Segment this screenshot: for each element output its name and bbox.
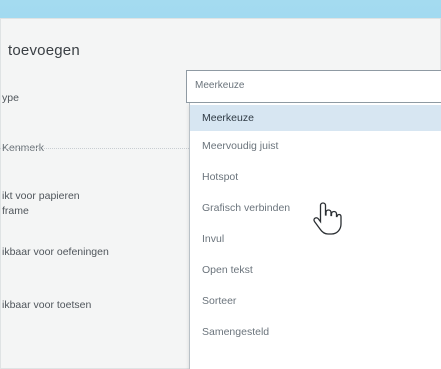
paper-usable-label: ikt voor papieren frame xyxy=(2,189,142,219)
question-type-dropdown: Meerkeuze Meervoudig juist Hotspot Grafi… xyxy=(189,103,441,369)
panel-title: toevoegen xyxy=(8,42,80,59)
hand-pointer-icon xyxy=(313,202,342,235)
option-label: Grafisch verbinden xyxy=(202,202,291,214)
option-label: Samengesteld xyxy=(202,326,270,338)
question-type-select[interactable]: Meerkeuze xyxy=(186,70,441,103)
option-label: Meerkeuze xyxy=(202,112,254,124)
type-label: ype xyxy=(2,92,19,104)
option-sorteer[interactable]: Sorteer xyxy=(190,288,441,314)
paper-usable-label-line1: ikt voor papieren xyxy=(2,190,80,202)
paper-usable-label-line2: frame xyxy=(2,205,29,217)
tests-usable-label: ikbaar voor toetsen xyxy=(2,299,92,311)
select-value: Meerkeuze xyxy=(195,80,245,91)
option-label: Hotspot xyxy=(202,171,239,183)
option-open-tekst[interactable]: Open tekst xyxy=(190,257,441,283)
option-hotspot[interactable]: Hotspot xyxy=(190,164,441,190)
option-label: Open tekst xyxy=(202,264,253,276)
option-label: Invul xyxy=(202,233,225,245)
option-samengesteld[interactable]: Samengesteld xyxy=(190,319,441,345)
option-label: Meervoudig juist xyxy=(202,140,279,152)
option-meerkeuze[interactable]: Meerkeuze xyxy=(190,105,441,131)
option-label: Sorteer xyxy=(202,295,237,307)
exercises-usable-label: ikbaar voor oefeningen xyxy=(2,246,109,258)
option-meervoudig-juist[interactable]: Meervoudig juist xyxy=(190,133,441,159)
